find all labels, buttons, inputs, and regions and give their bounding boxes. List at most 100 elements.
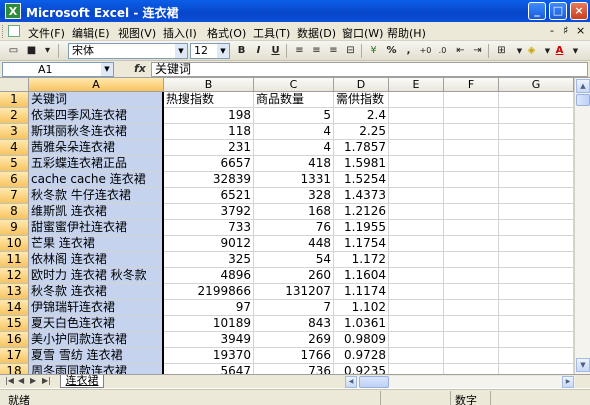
cell-f18[interactable] <box>444 364 499 374</box>
cell-c18[interactable]: 736 <box>254 364 334 374</box>
cell-c10[interactable]: 448 <box>254 236 334 252</box>
workbook-icon[interactable] <box>8 25 20 37</box>
cell-b1[interactable]: 热搜指数 <box>164 92 254 108</box>
menu-grip[interactable] <box>2 25 5 38</box>
vertical-scroll-thumb[interactable] <box>576 94 590 106</box>
formula-input[interactable]: 关键词 <box>151 62 588 77</box>
cell-f8[interactable] <box>444 204 499 220</box>
cell-e14[interactable] <box>389 300 444 316</box>
vertical-scrollbar[interactable]: ▲ ▼ <box>574 78 590 374</box>
cell-f13[interactable] <box>444 284 499 300</box>
column-header-e[interactable]: E <box>389 78 444 92</box>
cell-e6[interactable] <box>389 172 444 188</box>
cell-g1[interactable] <box>499 92 574 108</box>
cell-f2[interactable] <box>444 108 499 124</box>
cell-a5[interactable]: 五彩蝶连衣裙正品 <box>29 156 164 172</box>
cell-b18[interactable]: 5647 <box>164 364 254 374</box>
cell-g16[interactable] <box>499 332 574 348</box>
cell-f1[interactable] <box>444 92 499 108</box>
row-header-17[interactable]: 17 <box>0 348 29 364</box>
cell-b3[interactable]: 118 <box>164 124 254 140</box>
cell-b5[interactable]: 6657 <box>164 156 254 172</box>
cell-d11[interactable]: 1.172 <box>334 252 389 268</box>
row-header-18[interactable]: 18 <box>0 364 29 374</box>
cell-e2[interactable] <box>389 108 444 124</box>
cell-b2[interactable]: 198 <box>164 108 254 124</box>
cell-b6[interactable]: 32839 <box>164 172 254 188</box>
cell-e7[interactable] <box>389 188 444 204</box>
cell-b17[interactable]: 19370 <box>164 348 254 364</box>
row-header-1[interactable]: 1 <box>0 92 29 108</box>
cell-d12[interactable]: 1.1604 <box>334 268 389 284</box>
cell-b10[interactable]: 9012 <box>164 236 254 252</box>
last-sheet-icon[interactable]: ▶| <box>42 376 51 385</box>
cell-c13[interactable]: 131207 <box>254 284 334 300</box>
row-header-12[interactable]: 12 <box>0 268 29 284</box>
cell-g6[interactable] <box>499 172 574 188</box>
menu-view[interactable]: 视图(V) <box>118 25 156 41</box>
cell-d6[interactable]: 1.5254 <box>334 172 389 188</box>
menu-tools[interactable]: 工具(T) <box>253 25 290 41</box>
doc-restore-button[interactable]: ♯ <box>563 24 568 37</box>
cell-a17[interactable]: 夏雪 雪纺 连衣裙 <box>29 348 164 364</box>
cell-a7[interactable]: 秋冬款 牛仔连衣裙 <box>29 188 164 204</box>
cell-e13[interactable] <box>389 284 444 300</box>
cell-b15[interactable]: 10189 <box>164 316 254 332</box>
underline-button[interactable]: U <box>268 44 283 58</box>
select-all-button[interactable] <box>0 78 29 92</box>
open-icon[interactable]: ▭ <box>6 44 21 58</box>
cell-f15[interactable] <box>444 316 499 332</box>
maximize-button[interactable]: □ <box>549 2 567 20</box>
cell-f9[interactable] <box>444 220 499 236</box>
cell-a11[interactable]: 依林阁 连衣裙 <box>29 252 164 268</box>
cell-a1[interactable]: 关键词 <box>29 92 164 108</box>
chevron-down-icon[interactable]: ▼ <box>568 44 583 58</box>
cell-c3[interactable]: 4 <box>254 124 334 140</box>
font-size-select[interactable]: 12 ▼ <box>190 43 230 59</box>
cell-a8[interactable]: 维斯凯 连衣裙 <box>29 204 164 220</box>
currency-icon[interactable]: ¥ <box>366 44 381 58</box>
row-header-2[interactable]: 2 <box>0 108 29 124</box>
row-header-16[interactable]: 16 <box>0 332 29 348</box>
cell-a10[interactable]: 芒果 连衣裙 <box>29 236 164 252</box>
align-right-icon[interactable]: ≡ <box>326 44 341 58</box>
cell-c5[interactable]: 418 <box>254 156 334 172</box>
menu-window[interactable]: 窗口(W) <box>342 25 383 41</box>
font-color-icon[interactable]: A <box>552 44 567 58</box>
cell-e12[interactable] <box>389 268 444 284</box>
cell-d14[interactable]: 1.102 <box>334 300 389 316</box>
cell-c16[interactable]: 269 <box>254 332 334 348</box>
prev-sheet-icon[interactable]: ◀ <box>18 376 24 385</box>
cell-d2[interactable]: 2.4 <box>334 108 389 124</box>
row-header-6[interactable]: 6 <box>0 172 29 188</box>
cell-b12[interactable]: 4896 <box>164 268 254 284</box>
cell-e17[interactable] <box>389 348 444 364</box>
cell-b9[interactable]: 733 <box>164 220 254 236</box>
percent-button[interactable]: % <box>384 44 399 58</box>
cell-d1[interactable]: 需供指数 <box>334 92 389 108</box>
row-header-3[interactable]: 3 <box>0 124 29 140</box>
cell-b16[interactable]: 3949 <box>164 332 254 348</box>
spreadsheet-grid[interactable]: A B C D E F G 1 关键词 热搜指数 商品数量 需供指数 2 依莱四季风连衣裙 1… <box>0 78 590 374</box>
cell-b14[interactable]: 97 <box>164 300 254 316</box>
menu-format[interactable]: 格式(O) <box>207 25 246 41</box>
cell-b4[interactable]: 231 <box>164 140 254 156</box>
cell-d7[interactable]: 1.4373 <box>334 188 389 204</box>
row-header-7[interactable]: 7 <box>0 188 29 204</box>
cell-e10[interactable] <box>389 236 444 252</box>
column-header-b[interactable]: B <box>164 78 254 92</box>
cell-e9[interactable] <box>389 220 444 236</box>
cell-d5[interactable]: 1.5981 <box>334 156 389 172</box>
decrease-indent-icon[interactable]: ⇤ <box>453 44 468 58</box>
cell-f10[interactable] <box>444 236 499 252</box>
menu-data[interactable]: 数据(D) <box>297 25 336 41</box>
cell-c1[interactable]: 商品数量 <box>254 92 334 108</box>
cell-c14[interactable]: 7 <box>254 300 334 316</box>
cell-g18[interactable] <box>499 364 574 374</box>
cell-f4[interactable] <box>444 140 499 156</box>
cell-f14[interactable] <box>444 300 499 316</box>
close-button[interactable]: × <box>570 2 588 20</box>
horizontal-scroll-thumb[interactable] <box>359 376 389 388</box>
cell-e3[interactable] <box>389 124 444 140</box>
cell-g4[interactable] <box>499 140 574 156</box>
